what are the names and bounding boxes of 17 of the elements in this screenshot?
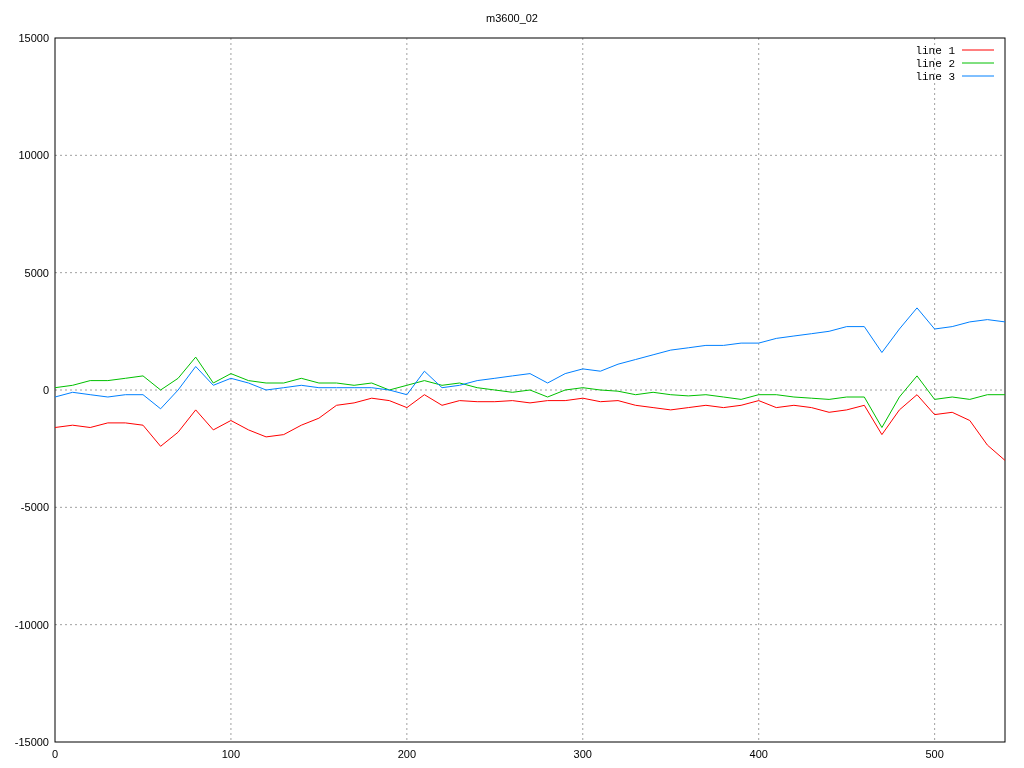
axis-tick-label: 10000 [18,149,49,162]
axis-tick-label: 15000 [18,32,49,44]
axis-tick-label: 500 [925,748,944,760]
axis-tick-label: -10000 [14,618,49,631]
axis-tick-label: -15000 [14,736,49,748]
legend-label: line 1 [915,45,955,57]
axis-tick-label: 5000 [24,266,49,279]
axis-tick-label: -5000 [20,501,49,514]
axis-tick-label: 200 [397,748,417,760]
legend-label: line 2 [915,58,955,70]
axis-tick-label: 400 [749,748,768,760]
axis-tick-label: 300 [573,748,592,760]
axis-tick-label: 0 [42,384,49,396]
axis-tick-label: 100 [221,748,241,760]
chart-title: m3600_02 [486,12,538,24]
axis-tick-label: 0 [51,748,59,760]
legend-label: line 3 [915,71,955,83]
